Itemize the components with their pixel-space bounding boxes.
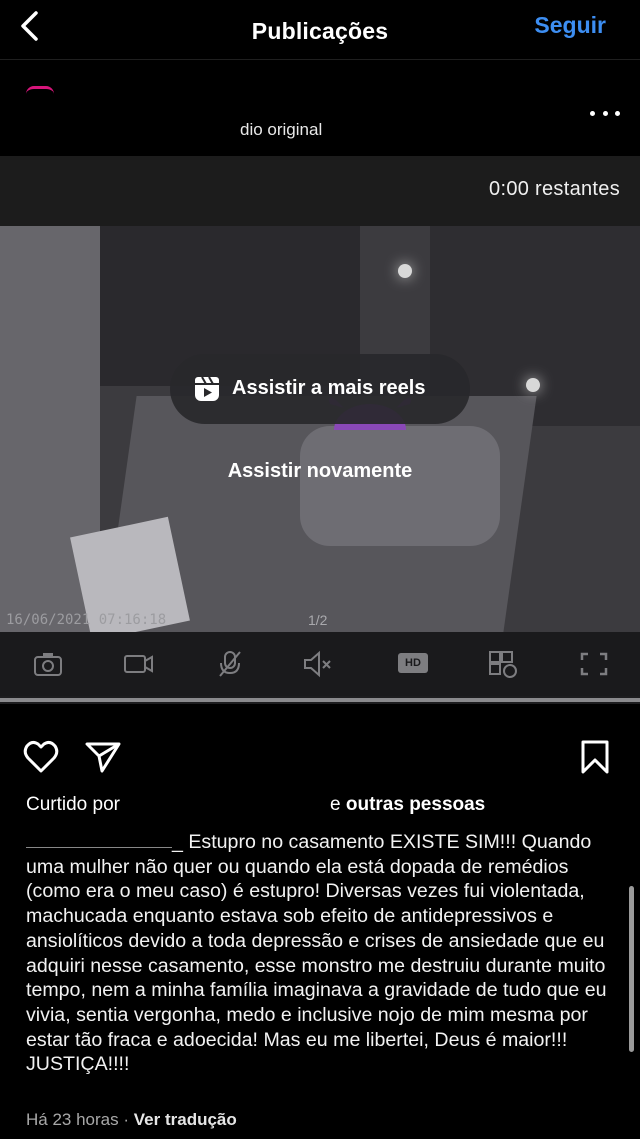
- camera-icon: [34, 653, 62, 676]
- top-bar: Publicações Seguir: [0, 0, 640, 60]
- see-translation-link[interactable]: Ver tradução: [134, 1110, 237, 1129]
- scrollbar[interactable]: [629, 886, 634, 1052]
- liked-by-suffix: e: [330, 794, 341, 815]
- watch-again-button[interactable]: Assistir novamente: [0, 460, 640, 483]
- video-record-icon: [124, 655, 153, 673]
- camera-controls: HD: [0, 632, 640, 696]
- caption-text: _ Estupro no casamento EXISTE SIM!!! Qua…: [26, 831, 607, 1076]
- video-top-bar: 0:00 restantes: [0, 156, 640, 226]
- time-remaining: 0:00 restantes: [489, 178, 620, 200]
- post-header: dio original: [0, 60, 640, 156]
- follow-button[interactable]: Seguir: [534, 12, 606, 39]
- post-time: Há 23 horas: [26, 1110, 119, 1129]
- reels-icon: [195, 376, 219, 401]
- avatar[interactable]: [26, 86, 54, 94]
- camera-timestamp: 16/06/2021 07:16:18: [6, 612, 167, 628]
- video-progress-bar[interactable]: [0, 698, 640, 702]
- multiview-icon: [489, 651, 517, 678]
- video-player[interactable]: 0:00 restantes 16/06/2021 07:16:18 1/2 A…: [0, 156, 640, 704]
- post-meta: Há 23 horas · Ver tradução: [26, 1110, 237, 1130]
- video-frame: 16/06/2021 07:16:18 1/2: [0, 226, 640, 632]
- hd-icon: HD: [398, 653, 428, 673]
- liked-by[interactable]: Curtido por e outras pessoas: [26, 794, 485, 816]
- heart-icon[interactable]: [22, 738, 60, 776]
- mic-muted-icon: [219, 651, 241, 677]
- fullscreen-icon: [580, 652, 608, 676]
- watch-more-reels-label: Assistir a mais reels: [232, 377, 426, 399]
- liked-by-others[interactable]: outras pessoas: [346, 794, 485, 815]
- watch-more-reels-button[interactable]: Assistir a mais reels: [170, 354, 470, 424]
- audio-label[interactable]: dio original: [240, 120, 322, 140]
- bookmark-icon[interactable]: [576, 738, 614, 776]
- liked-by-prefix: Curtido por: [26, 794, 120, 815]
- frame-pager: 1/2: [308, 612, 328, 628]
- meta-separator: ·: [123, 1110, 130, 1129]
- share-icon[interactable]: [84, 738, 122, 776]
- post-actions: [0, 704, 640, 794]
- more-icon[interactable]: [590, 106, 620, 120]
- caption-username[interactable]: [26, 830, 172, 848]
- speaker-muted-icon: [304, 650, 331, 678]
- post-caption: _ Estupro no casamento EXISTE SIM!!! Qua…: [26, 830, 616, 1077]
